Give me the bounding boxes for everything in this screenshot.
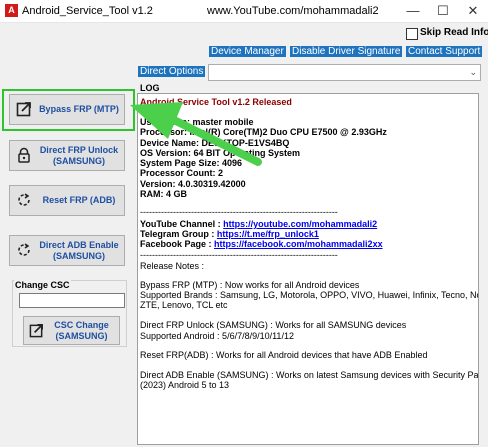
direct-options-dropdown[interactable]: ⌄ [208,64,481,81]
csc-change-label: CSC Change (SAMSUNG) [54,319,109,341]
telegram-link[interactable]: https://t.me/frp_unlock1 [217,229,319,239]
log-note-line: Supported Brands : Samsung, LG, Motorola… [140,290,479,300]
log-label: LOG [140,83,160,93]
log-ram: RAM: 4 GB [140,189,187,199]
app-icon: A [5,4,18,17]
log-user-name: User Name: master mobile [140,117,254,127]
log-page-size: System Page Size: 4096 [140,158,243,168]
facebook-label: Facebook Page : [140,239,215,249]
log-release-notes: Release Notes : [140,261,205,271]
log-youtube-row: YouTube Channel : https://youtube.com/mo… [140,219,377,229]
reset-frp-adb-button[interactable]: Reset FRP (ADB) [9,185,125,216]
sync-cycle-icon [18,243,30,256]
telegram-label: Telegram Group : [140,229,217,239]
chevron-down-icon[interactable]: ⌄ [469,65,477,80]
log-version: Version: 4.0.30319.42000 [140,179,246,189]
window-title: Android_Service_Tool v1.2 [22,5,153,17]
direct-frp-unlock-button[interactable]: Direct FRP Unlock (SAMSUNG) [9,140,125,171]
maximize-button[interactable]: ☐ [430,2,456,20]
log-note-line: Bypass FRP (MTP) : Now works for all And… [140,280,360,290]
facebook-link[interactable]: https://facebook.com/mohammadali2xx [214,239,383,249]
direct-options-label: Direct Options [138,66,206,77]
log-processor-count: Processor Count: 2 [140,168,224,178]
direct-frp-unlock-label: Direct FRP Unlock (SAMSUNG) [39,144,119,166]
skip-read-info-label: Skip Read Info. [420,27,488,38]
log-note-line: Reset FRP(ADB) : Works for all Android d… [140,350,428,360]
log-os-version: OS Version: 64 BIT Operating System [140,148,301,158]
log-release-line: Android Service Tool v1.2 Released [140,97,292,107]
reset-cycle-icon [18,193,30,206]
csc-change-button[interactable]: CSC Change (SAMSUNG) [23,316,120,345]
log-note-line: (2023) Android 5 to 13 [140,380,230,390]
log-note-line: Supported Android : 5/6/7/8/9/10/11/12 [140,331,294,341]
youtube-label: YouTube Channel : [140,219,224,229]
lock-icon [18,147,30,163]
device-manager-button[interactable]: Device Manager [209,46,286,57]
disable-driver-signature-button[interactable]: Disable Driver Signature [290,46,403,57]
log-facebook-row: Facebook Page : https://facebook.com/moh… [140,239,383,249]
channel-url-title: www.YouTube.com/mohammadali2 [207,5,379,17]
log-note-line: ZTE, Lenovo, TCL etc [140,300,228,310]
highlight-frame [2,89,135,131]
title-bar: A Android_Service_Tool v1.2 www.YouTube.… [0,0,488,23]
log-separator: ----------------------------------------… [140,250,338,260]
log-telegram-row: Telegram Group : https://t.me/frp_unlock… [140,229,319,239]
log-device-name: Device Name: DESKTOP-E1VS4BQ [140,138,290,148]
open-external-icon [29,324,43,338]
change-csc-label: Change CSC [14,280,71,290]
reset-frp-adb-label: Reset FRP (ADB) [42,195,116,205]
log-separator: ----------------------------------------… [140,207,338,217]
direct-adb-enable-button[interactable]: Direct ADB Enable (SAMSUNG) [9,235,125,266]
log-note-line: Direct FRP Unlock (SAMSUNG) : Works for … [140,320,407,330]
csc-input[interactable] [19,293,125,308]
direct-adb-enable-label: Direct ADB Enable (SAMSUNG) [39,239,119,261]
contact-support-button[interactable]: Contact Support [406,46,483,57]
skip-read-info-checkbox[interactable] [406,28,418,40]
close-button[interactable]: ✕ [460,2,486,20]
youtube-link[interactable]: https://youtube.com/mohammadali2 [223,219,377,229]
log-processor: Processor: Intel(R) Core(TM)2 Duo CPU E7… [140,127,387,137]
log-panel[interactable]: Android Service Tool v1.2 Released User … [137,93,479,445]
log-note-line: Direct ADB Enable (SAMSUNG) : Works on l… [140,370,479,380]
minimize-button[interactable]: — [400,2,426,20]
